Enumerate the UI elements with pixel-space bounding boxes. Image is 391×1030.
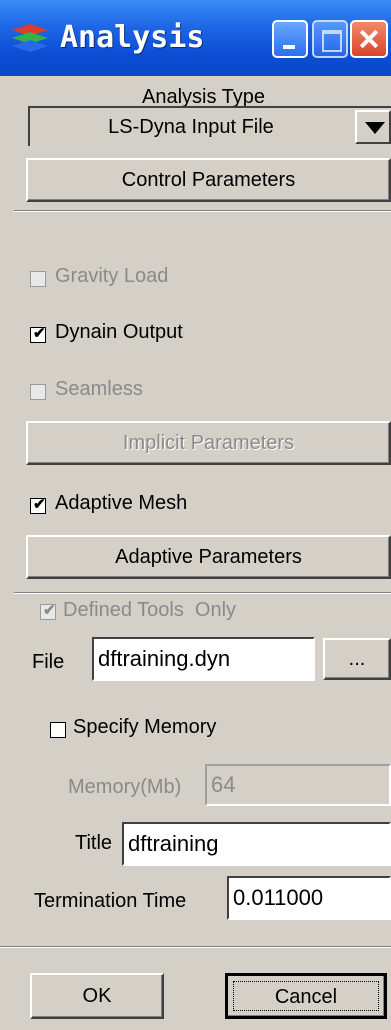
chevron-down-icon[interactable] <box>355 110 391 144</box>
check-icon: ✔ <box>33 496 46 513</box>
title-bar[interactable]: Analysis <box>0 0 391 77</box>
separator <box>14 592 391 594</box>
termination-time-input[interactable]: 0.011000 <box>227 876 391 920</box>
ok-button[interactable]: OK <box>30 973 164 1019</box>
seamless-checkbox[interactable] <box>30 384 46 400</box>
app-icon <box>12 24 48 52</box>
defined-tools-only-label: Defined Tools Only <box>63 599 237 621</box>
check-icon: ✔ <box>33 325 46 342</box>
specify-memory-checkbox[interactable] <box>50 722 66 738</box>
separator <box>14 210 391 212</box>
analysis-type-dropdown[interactable]: LS-Dyna Input File <box>28 106 391 146</box>
adaptive-parameters-button[interactable]: Adaptive Parameters <box>26 535 391 579</box>
control-parameters-button[interactable]: Control Parameters <box>26 158 391 202</box>
adaptive-mesh-label: Adaptive Mesh <box>55 492 188 514</box>
dynain-output-label: Dynain Output <box>55 321 183 343</box>
defined-tools-only-checkbox[interactable]: ✔ <box>40 602 56 620</box>
analysis-panel: Analysis Type LS-Dyna Input File Control… <box>0 76 391 1030</box>
adaptive-mesh-checkbox[interactable]: ✔ <box>30 496 46 514</box>
memory-label: Memory(Mb) <box>68 776 182 798</box>
memory-input[interactable]: 64 <box>205 764 391 806</box>
gravity-load-label: Gravity Load <box>55 265 169 287</box>
title-label: Title <box>75 832 113 854</box>
focus-rectangle <box>233 981 379 1011</box>
dynain-output-checkbox[interactable]: ✔ <box>30 325 46 343</box>
check-icon: ✔ <box>43 602 56 619</box>
close-button[interactable] <box>350 20 388 58</box>
seamless-label: Seamless <box>55 378 143 400</box>
window-title: Analysis <box>60 20 205 55</box>
browse-button[interactable]: ... <box>323 638 391 680</box>
gravity-load-checkbox[interactable] <box>30 271 46 287</box>
specify-memory-label: Specify Memory <box>73 716 217 738</box>
analysis-type-value: LS-Dyna Input File <box>108 116 274 138</box>
separator <box>0 946 391 948</box>
file-input[interactable]: dftraining.dyn <box>92 637 315 681</box>
title-input[interactable]: dftraining <box>122 822 391 866</box>
termination-time-label: Termination Time <box>34 890 187 912</box>
minimize-button[interactable] <box>272 20 308 58</box>
cancel-button[interactable]: Cancel <box>225 973 387 1019</box>
maximize-button[interactable] <box>312 20 348 58</box>
implicit-parameters-button[interactable]: Implicit Parameters <box>26 421 391 465</box>
file-label: File <box>32 651 65 673</box>
